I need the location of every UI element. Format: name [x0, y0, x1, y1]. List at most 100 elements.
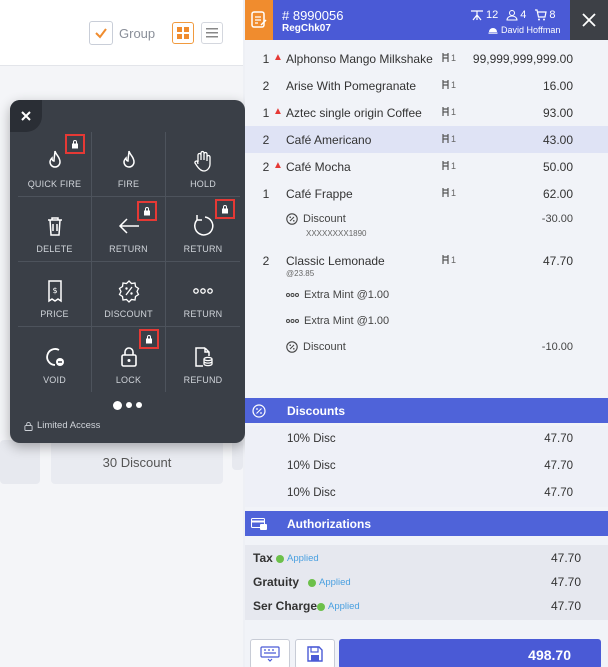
order-item-row[interactable]: 1 ▲ Aztec single origin Coffee 1 93.00 [245, 99, 608, 126]
lock-icon [24, 421, 33, 431]
check-circle-icon [308, 578, 316, 587]
table-icon [471, 10, 483, 21]
card-icon [251, 517, 267, 530]
order-item-row[interactable]: 2 Classic Lemonade @23.85 1 47.70 [245, 247, 608, 283]
close-icon [21, 111, 31, 121]
page-dot[interactable] [126, 402, 132, 408]
group-checkbox[interactable] [89, 21, 113, 45]
authorizations-header[interactable]: Authorizations [245, 511, 608, 536]
applied-status: Applied [308, 577, 351, 588]
table-stat: 12 [470, 9, 498, 21]
item-discount-row[interactable]: Discount -10.00 [245, 335, 608, 361]
discount-tile[interactable]: 30 Discount [51, 440, 223, 484]
seat-indicator: 1 [442, 80, 456, 90]
lock-icon [222, 205, 228, 214]
seat-icon [442, 188, 449, 197]
order-item-row-selected[interactable]: 2 Café Americano 1 43.00 [245, 126, 608, 153]
return-button[interactable]: RETURN [92, 197, 166, 262]
quick-fire-button[interactable]: QUICK FIRE [18, 132, 92, 197]
seat-icon [442, 134, 449, 143]
discount-row[interactable]: 10% Disc 47.70 [245, 480, 608, 507]
close-icon [582, 13, 596, 27]
check-number: # 8990056 [282, 8, 344, 23]
page-dot[interactable] [136, 402, 142, 408]
order-item-row[interactable]: 2 Arise With Pomegranate 1 16.00 [245, 72, 608, 99]
order-item-row[interactable]: 1 Café Frappe 1 62.00 [245, 180, 608, 207]
lock-badge [139, 329, 159, 349]
notepad-icon [251, 11, 267, 28]
more-dots-icon [286, 319, 299, 323]
receipt-icon: $ [47, 280, 62, 303]
percent-badge-icon [252, 403, 266, 418]
modifier-row[interactable]: Extra Mint @1.00 [245, 309, 608, 335]
refund-icon [195, 347, 213, 367]
more-dots-icon [193, 288, 213, 294]
modifier-row[interactable]: Extra Mint @1.00 [245, 283, 608, 309]
void-button[interactable]: VOID [18, 327, 92, 392]
flame-icon: ▲ [273, 52, 283, 63]
register-name: RegChk07 [282, 23, 331, 34]
save-icon [307, 646, 323, 662]
delete-button[interactable]: DELETE [18, 197, 92, 262]
save-button[interactable] [295, 639, 335, 667]
seat-icon [442, 53, 449, 62]
lock-icon [146, 335, 152, 344]
hand-icon [194, 150, 211, 172]
action-grid: QUICK FIRE FIRE HOLD DELETE RETURN RETUR… [18, 132, 240, 392]
check-circle-icon [276, 554, 284, 563]
seat-icon [442, 107, 449, 116]
order-item-row[interactable]: 1 ▲ Alphonso Mango Milkshake 1 99,999,99… [245, 45, 608, 72]
seat-indicator: 1 [442, 53, 456, 63]
gratuity-row: Gratuity Applied 47.70 [253, 575, 581, 589]
price-button[interactable]: $ PRICE [18, 262, 92, 327]
discount-row[interactable]: 10% Disc 47.70 [245, 426, 608, 453]
discount-row[interactable]: 10% Disc 47.70 [245, 453, 608, 480]
pay-total-button[interactable]: 498.70 [339, 639, 601, 667]
check-circle-icon [317, 602, 325, 611]
seat-icon [442, 80, 449, 89]
return-button[interactable]: RETURN [166, 197, 240, 262]
list-view-button[interactable] [201, 22, 223, 44]
item-actions-popup: QUICK FIRE FIRE HOLD DELETE RETURN RETUR… [10, 100, 245, 443]
order-item-row[interactable]: 2 ▲ Café Mocha 1 50.00 [245, 153, 608, 180]
flame-icon: ▲ [273, 160, 283, 171]
discount-button[interactable]: DISCOUNT [92, 262, 166, 327]
lock-icon [72, 140, 78, 149]
check-footer: 498.70 [245, 630, 608, 667]
grid-view-button[interactable] [172, 22, 194, 44]
percent-badge-icon [118, 280, 139, 303]
discounts-header[interactable]: Discounts [245, 398, 608, 423]
hold-button[interactable]: HOLD [166, 132, 240, 197]
fire-button[interactable]: FIRE [92, 132, 166, 197]
more-dots-icon [286, 293, 299, 297]
flame-icon [122, 150, 135, 168]
check-menu-button[interactable] [245, 0, 273, 40]
seat-indicator: 1 [442, 107, 456, 117]
lock-badge [215, 199, 235, 219]
limited-access-note: Limited Access [24, 420, 100, 431]
applied-status: Applied [317, 601, 360, 612]
discount-icon [286, 213, 298, 225]
svg-text:$: $ [52, 286, 57, 295]
popup-close-button[interactable] [10, 100, 42, 132]
close-check-button[interactable] [570, 0, 608, 40]
refund-button[interactable]: REFUND [166, 327, 240, 392]
lock-button[interactable]: LOCK [92, 327, 166, 392]
void-icon [45, 348, 64, 366]
list-icon [206, 28, 218, 38]
keyboard-icon [260, 646, 280, 662]
background-tile [232, 440, 243, 470]
keyboard-button[interactable] [250, 639, 290, 667]
lock-badge [137, 201, 157, 221]
seat-icon [442, 255, 449, 264]
background-tile [0, 440, 40, 484]
page-dot[interactable] [113, 401, 122, 410]
totals-panel: Tax Applied 47.70 Gratuity Applied 47.70… [245, 545, 608, 620]
lock-badge [65, 134, 85, 154]
item-discount-row[interactable]: Discount XXXXXXXX1890 -30.00 [245, 207, 608, 247]
lock-icon [144, 207, 150, 216]
more-button[interactable]: RETURN [166, 262, 240, 327]
flame-icon [48, 150, 61, 168]
seat-indicator: 1 [442, 255, 456, 265]
lock-icon [120, 347, 137, 367]
